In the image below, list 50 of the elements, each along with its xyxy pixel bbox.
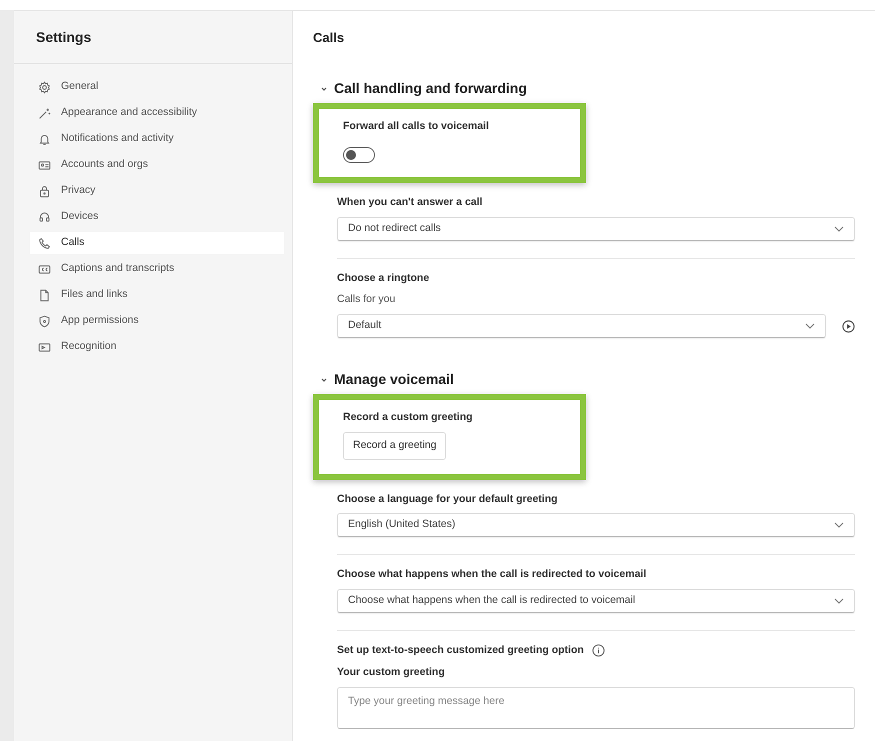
shield-icon <box>38 314 51 328</box>
info-icon[interactable] <box>592 644 605 658</box>
setting-label: Record a custom greeting <box>343 410 473 425</box>
headset-icon <box>38 210 51 224</box>
screen-icon <box>38 340 51 354</box>
sidebar-item[interactable]: Accounts and orgs <box>30 154 284 176</box>
lock-icon <box>38 184 51 198</box>
greeting-message-field[interactable]: Type your greeting message here <box>337 686 855 728</box>
setting-label: Set up text-to-speech customized greeting option <box>337 643 584 658</box>
bell-icon <box>38 132 51 146</box>
record-greeting-button[interactable]: Record a greeting <box>343 432 446 460</box>
sidebar-title: Settings <box>14 11 292 64</box>
sidebar-item[interactable]: Files and links <box>30 284 284 306</box>
captions-icon <box>38 262 51 276</box>
dropdown-field[interactable]: English (United States) <box>337 513 855 538</box>
sidebar-item[interactable]: App permissions <box>30 310 284 332</box>
sidebar-item[interactable]: Recognition <box>30 336 284 358</box>
dropdown-field[interactable]: Choose what happens when the call is redirected to voicemail <box>337 589 855 613</box>
sidebar-item[interactable]: Devices <box>30 206 284 228</box>
chevron-down-icon <box>805 323 815 329</box>
setting-sublabel: Calls for you <box>337 292 396 308</box>
chevron-icon[interactable] <box>321 376 327 382</box>
gear-icon <box>38 80 51 94</box>
toggle-switch[interactable] <box>343 146 375 163</box>
sidebar-item[interactable]: Captions and transcripts <box>30 258 284 280</box>
page-title: Calls <box>312 28 346 47</box>
setting-label: Forward all calls to voicemail <box>343 119 489 134</box>
sidebar-item[interactable]: General <box>30 76 284 98</box>
dropdown-field[interactable]: Default <box>337 314 826 338</box>
chevron-down-icon <box>834 522 844 528</box>
sidebar-item[interactable]: Notifications and activity <box>30 128 284 150</box>
sidebar-item[interactable]: Privacy <box>30 180 284 202</box>
chevron-down-icon <box>834 226 844 232</box>
sidebar-item[interactable]: Appearance and accessibility <box>30 102 284 124</box>
dropdown-field[interactable]: Do not redirect calls <box>337 216 855 240</box>
file-icon <box>38 288 51 302</box>
setting-sublabel: Your custom greeting <box>337 664 446 680</box>
setting-label: Choose a language for your default greeting <box>337 492 558 506</box>
setting-label: When you can't answer a call <box>337 194 482 210</box>
play-icon[interactable] <box>842 320 855 332</box>
setting-label: Choose what happens when the call is redirected to voicemail <box>337 567 646 582</box>
wand-icon <box>38 106 51 120</box>
section-heading: Call handling and forwarding <box>334 79 527 98</box>
setting-label: Choose a ringtone <box>337 270 430 286</box>
sidebar-item[interactable]: Calls <box>30 232 284 254</box>
id-card-icon <box>38 158 51 172</box>
chevron-icon[interactable] <box>321 86 327 92</box>
phone-icon <box>38 236 51 250</box>
chevron-down-icon <box>834 598 844 604</box>
section-heading: Manage voicemail <box>334 370 454 389</box>
